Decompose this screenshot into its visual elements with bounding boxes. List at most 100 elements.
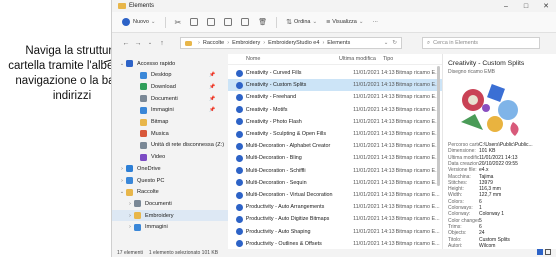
file-date: 11/01/2021 14:13 <box>353 118 395 125</box>
up-arrow-icon[interactable]: ↑ <box>156 40 168 47</box>
file-name: Multi-Decoration - Alphabet Creator <box>245 143 331 150</box>
sort-button[interactable]: ⇅ Ordina ⌄ <box>286 18 317 26</box>
file-row[interactable]: Multi-Decoration - Virtual Decoration 11/… <box>228 189 442 201</box>
chevron-right-icon[interactable]: › <box>126 213 134 219</box>
plus-icon <box>122 18 130 26</box>
view-toggles <box>535 249 551 255</box>
search-input[interactable]: ⌕ Cerca in Elements <box>422 37 540 49</box>
embroidery-file-icon <box>236 93 243 101</box>
file-row[interactable]: Multi-Decoration - Bling 11/01/2021 14:13… <box>228 152 442 164</box>
file-row[interactable]: Multi-Decoration - Alphabet Creator 11/01… <box>228 140 442 152</box>
breadcrumb-raccolte[interactable]: Raccolte <box>203 40 224 46</box>
file-date: 11/01/2021 14:13 <box>353 106 395 113</box>
chevron-down-icon[interactable]: ⌄ <box>118 61 126 67</box>
nav-item[interactable]: ⌄ Raccolte <box>112 187 228 198</box>
file-row[interactable]: Creativity - Freehand 11/01/2021 14:13 Bit… <box>228 91 442 103</box>
file-date: 11/01/2021 14:13 <box>353 179 395 186</box>
chevron-right-icon[interactable]: › <box>118 166 126 172</box>
tiles-view-icon[interactable] <box>545 249 551 255</box>
file-row[interactable]: Creativity - Sculpting & Open Fills 11/01… <box>228 128 442 140</box>
file-row[interactable]: Productivity - Outlines & Offsets 11/01/2… <box>228 238 442 250</box>
chevron-right-icon[interactable]: › <box>126 201 134 207</box>
file-name: Multi-Decoration - Sequin <box>245 179 307 186</box>
chevron-right-icon: › <box>227 40 230 46</box>
address-bar[interactable]: › Raccolte › Embroidery › EmbroideryStud… <box>180 37 402 49</box>
chevron-right-icon[interactable]: › <box>118 178 126 184</box>
nav-item-label: Download <box>151 83 176 90</box>
file-name: Creativity - Photo Flash <box>245 118 302 125</box>
file-row[interactable]: Creativity - Motifs 11/01/2021 14:13 Bitma… <box>228 104 442 116</box>
nav-item[interactable]: › Questo PC <box>112 175 228 186</box>
chevron-down-icon[interactable]: ⌄ <box>144 40 156 46</box>
breadcrumb-embroidery[interactable]: Embroidery <box>232 40 260 46</box>
nav-item[interactable]: Immagini 📌 <box>112 105 228 116</box>
nav-item[interactable]: Unità di rete disconnessa (Z:) <box>112 140 228 151</box>
nav-item[interactable]: › Immagini <box>112 222 228 233</box>
nav-item[interactable]: ⌄ Accesso rapido <box>112 58 228 69</box>
nav-item[interactable]: Bitmap <box>112 117 228 128</box>
more-button[interactable]: ··· <box>372 19 378 25</box>
back-arrow-icon[interactable]: ← <box>120 40 132 47</box>
minimize-button[interactable]: – <box>496 3 516 10</box>
file-name: Creativity - Custom Splits <box>245 82 307 89</box>
file-row[interactable]: Productivity - Auto Digitize Bitmaps 11/0… <box>228 213 442 225</box>
file-name: Multi-Decoration - Virtual Decoration <box>245 192 333 198</box>
nav-item[interactable]: Desktop 📌 <box>112 70 228 81</box>
embroidery-file-icon <box>236 81 243 89</box>
chevron-right-icon[interactable]: › <box>126 224 134 230</box>
column-header-name[interactable]: Nome <box>228 56 339 62</box>
nav-item[interactable]: Download 📌 <box>112 81 228 92</box>
cloud-icon <box>126 165 133 173</box>
embroidery-file-icon <box>236 167 243 175</box>
nav-item-label: Documenti <box>145 200 172 207</box>
embroidery-file-icon <box>236 106 243 114</box>
nav-item[interactable]: › Documenti <box>112 198 228 209</box>
document-icon <box>140 95 147 103</box>
chevron-down-icon[interactable]: ⌄ <box>118 189 126 195</box>
share-button[interactable] <box>241 18 250 26</box>
file-row[interactable]: Creativity - Curved Fills 11/01/2021 14:1… <box>228 67 442 79</box>
file-row[interactable]: Creativity - Custom Splits 11/01/2021 14:… <box>228 79 442 92</box>
nav-item[interactable]: Documenti 📌 <box>112 93 228 104</box>
rename-button[interactable] <box>224 18 233 26</box>
image-icon <box>134 223 141 231</box>
file-row[interactable]: Productivity - Auto Arrangements 11/01/20… <box>228 201 442 213</box>
file-type: Bitmap ricamo E... <box>395 167 440 174</box>
new-button[interactable]: Nuovo ⌄ <box>122 18 156 26</box>
column-header-date[interactable]: Ultima modifica <box>339 56 383 62</box>
file-row[interactable]: Multi-Decoration - Schiffli 11/01/2021 14… <box>228 165 442 177</box>
nav-item[interactable]: › OneDrive <box>112 163 228 174</box>
file-date: 11/01/2021 14:13 <box>353 143 395 150</box>
folder-icon <box>140 118 147 126</box>
file-row[interactable]: Multi-Decoration - Sequin 11/01/2021 14:1… <box>228 177 442 189</box>
column-header-type[interactable]: Tipo <box>383 56 431 62</box>
breadcrumb-elements[interactable]: Elements <box>327 40 350 46</box>
chevron-down-icon: ⌄ <box>358 19 364 25</box>
image-icon <box>140 106 147 114</box>
maximize-button[interactable]: □ <box>516 3 536 10</box>
file-row[interactable]: Creativity - Photo Flash 11/01/2021 14:13… <box>228 116 442 128</box>
copy-button[interactable] <box>190 18 199 26</box>
refresh-icon[interactable]: ↻ <box>392 40 397 46</box>
cut-button[interactable]: ✂ <box>175 18 182 27</box>
breadcrumb-studio[interactable]: EmbroideryStudio e4 <box>268 40 319 46</box>
view-button[interactable]: ≡ Visualizza ⌄ <box>326 19 363 26</box>
nav-item-label: Raccolte <box>137 189 159 196</box>
paste-button[interactable] <box>207 18 216 26</box>
nav-item[interactable]: › Embroidery <box>112 210 228 222</box>
file-row[interactable]: Productivity - Auto Shaping 11/01/2021 14… <box>228 226 442 238</box>
forward-arrow-icon[interactable]: → <box>132 40 144 47</box>
nav-item[interactable]: Musica <box>112 128 228 139</box>
scrollbar[interactable] <box>437 66 440 236</box>
address-row: ← → ⌄ ↑ › Raccolte › Embroidery › Embroi… <box>112 33 556 53</box>
embroidery-file-icon <box>236 240 243 248</box>
embroidery-file-icon <box>236 154 243 162</box>
nav-item-label: OneDrive <box>137 165 161 172</box>
chevron-down-icon[interactable]: ⌄ <box>384 40 389 46</box>
delete-button[interactable]: 🗑 <box>258 18 267 26</box>
nav-item[interactable]: Video <box>112 152 228 163</box>
close-button[interactable]: ✕ <box>536 2 556 10</box>
scrollbar-thumb[interactable] <box>437 66 440 186</box>
pc-icon <box>126 177 133 184</box>
details-view-icon[interactable] <box>537 249 543 255</box>
